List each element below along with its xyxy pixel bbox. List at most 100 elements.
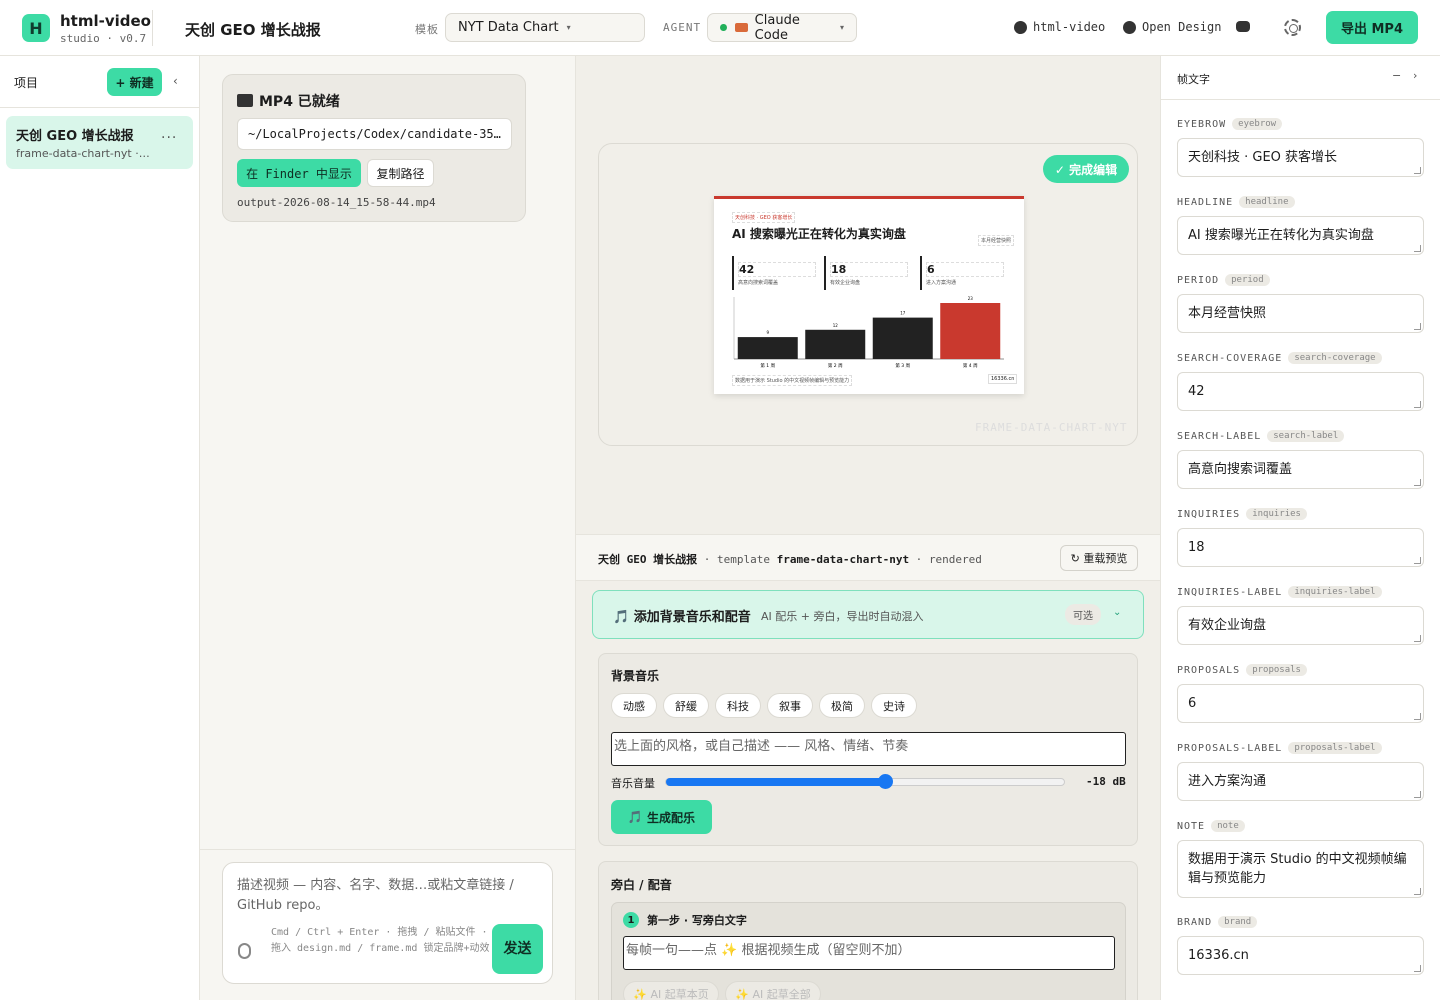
github-icon — [1123, 20, 1136, 34]
send-button[interactable]: 发送 — [492, 924, 543, 974]
template-label: 模板 — [415, 23, 439, 36]
collapse-sidebar-icon[interactable]: ‹ — [173, 74, 178, 88]
generate-music-label: 生成配乐 — [647, 810, 696, 825]
field-label: INQUIRIES inquiries — [1177, 506, 1425, 522]
frame-text-title: 帧文字 — [1177, 73, 1210, 86]
preview-info-text: 天创 GEO 增长战报 · template frame-data-chart-… — [598, 553, 982, 566]
field-label-text: INQUIRIES-LABEL — [1177, 586, 1283, 598]
background-music-card: 背景音乐 动感 舒缓 科技 叙事 极简 史诗 选上面的风格，或自己描述 —— 风… — [598, 653, 1138, 846]
chart-bar — [737, 337, 798, 359]
narration-input[interactable]: 每帧一句——点 ✨ 根据视频生成（留空则不加） — [623, 936, 1115, 970]
field-input[interactable]: AI 搜索曝光正在转化为真实询盘 — [1177, 216, 1424, 255]
step-number: 1 — [623, 912, 639, 928]
field-label-text: INQUIRIES — [1177, 508, 1241, 520]
mp4-title-text: MP4 已就绪 — [259, 94, 340, 110]
field-search-coverage: SEARCH-COVERAGE search-coverage 42 — [1177, 350, 1425, 411]
field-tag: search-coverage — [1288, 352, 1382, 364]
field-input[interactable]: 进入方案沟通 — [1177, 762, 1424, 801]
caret-down-icon: ▾ — [839, 23, 844, 32]
header-divider — [152, 10, 153, 46]
info-status: rendered — [928, 553, 982, 566]
field-input[interactable]: 高意向搜索词覆盖 — [1177, 450, 1424, 489]
prompt-input[interactable]: 描述视频 — 内容、名字、数据…或粘文章链接 / GitHub repo。 Cm… — [222, 862, 553, 984]
narration-title: 旁白 / 配音 — [611, 878, 672, 892]
preview-canvas: ✓ 完成编辑 FRAME-DATA-CHART-NYT 天创科技 · GEO 获… — [598, 143, 1138, 446]
field-proposals: PROPOSALS proposals 6 — [1177, 662, 1425, 723]
template-select[interactable]: NYT Data Chart ▾ — [445, 13, 645, 42]
minimize-icon[interactable]: − — [1392, 69, 1401, 82]
slide-brand[interactable]: 16336.cn — [988, 374, 1018, 384]
new-project-button[interactable]: + 新建 — [107, 68, 162, 96]
more-options-icon[interactable]: ··· — [161, 130, 177, 146]
music-voice-toggle[interactable]: 🎵 添加背景音乐和配音 AI 配乐 + 旁白，导出时自动混入 可选 ⌄ — [592, 590, 1144, 639]
chart-value-label: 12 — [833, 323, 839, 328]
copy-path-button[interactable]: 复制路径 — [367, 159, 434, 187]
style-chip[interactable]: 动感 — [611, 693, 657, 718]
link-open-design[interactable]: Open Design — [1123, 20, 1221, 34]
field-label: EYEBROW eyebrow — [1177, 116, 1425, 132]
show-in-finder-button[interactable]: 在 Finder 中显示 — [237, 159, 361, 187]
field-input[interactable]: 本月经营快照 — [1177, 294, 1424, 333]
reload-preview-button[interactable]: ↻ 重载预览 — [1060, 545, 1138, 571]
chevron-right-icon[interactable]: › — [1413, 69, 1417, 82]
field-input[interactable]: 42 — [1177, 372, 1424, 411]
music-style-input[interactable]: 选上面的风格，或自己描述 —— 风格、情绪、节奏 — [611, 732, 1126, 766]
field-label: PROPOSALS proposals — [1177, 662, 1425, 678]
generate-music-button[interactable]: 🎵 生成配乐 — [611, 800, 712, 834]
field-input[interactable]: 18 — [1177, 528, 1424, 567]
style-chip[interactable]: 叙事 — [767, 693, 813, 718]
ai-draft-page-button[interactable]: ✨ AI 起草本页 — [623, 981, 719, 1000]
agent-value: Claude Code — [754, 12, 800, 43]
field-input[interactable]: 16336.cn — [1177, 936, 1424, 975]
style-chip[interactable]: 史诗 — [871, 693, 917, 718]
mp4-path-field[interactable]: ~/LocalProjects/Codex/candidate-350… — [237, 118, 512, 150]
chart-category-label: 第 3 周 — [895, 362, 910, 369]
field-label-text: SEARCH-LABEL — [1177, 430, 1262, 442]
style-chip[interactable]: 舒缓 — [663, 693, 709, 718]
field-label-text: SEARCH-COVERAGE — [1177, 352, 1283, 364]
step-title-text: 第一步 · 写旁白文字 — [647, 914, 747, 927]
project-list-item[interactable]: 天创 GEO 增长战报 frame-data-chart-nyt · rende… — [6, 116, 193, 169]
volume-slider-thumb[interactable] — [877, 774, 893, 789]
field-input[interactable]: 天创科技 · GEO 获客增长 — [1177, 138, 1424, 177]
link-html-video[interactable]: html-video — [1014, 20, 1105, 34]
field-inquiries-label: INQUIRIES-LABEL inquiries-label 有效企业询盘 — [1177, 584, 1425, 645]
volume-label: 音乐音量 — [611, 777, 655, 790]
optional-badge: 可选 — [1065, 604, 1101, 625]
panel-divider — [1161, 99, 1440, 100]
field-label-text: HEADLINE — [1177, 196, 1234, 208]
field-tag: search-label — [1267, 430, 1345, 442]
discord-icon[interactable] — [1236, 21, 1250, 32]
attach-paperclip-icon[interactable] — [238, 943, 251, 959]
style-chip[interactable]: 科技 — [715, 693, 761, 718]
field-proposals-label: PROPOSALS-LABEL proposals-label 进入方案沟通 — [1177, 740, 1425, 801]
project-sidebar: 项目 + 新建 ‹ 天创 GEO 增长战报 frame-data-chart-n… — [0, 56, 200, 1000]
field-label: BRAND brand — [1177, 914, 1425, 930]
narration-card: 旁白 / 配音 1 第一步 · 写旁白文字 每帧一句——点 ✨ 根据视频生成（留空… — [598, 861, 1138, 1000]
chart-category-label: 第 2 周 — [828, 362, 843, 369]
slide-note[interactable]: 数据用于演示 Studio 的中文视频帧编辑与预览能力 — [732, 375, 853, 386]
bar-chart: 9 第 1 周 12 第 2 周 17 第 3 周 23 第 4 周 — [733, 296, 1004, 369]
ai-draft-all-button[interactable]: ✨ AI 起草全部 — [725, 981, 821, 1000]
prompt-placeholder: 描述视频 — 内容、名字、数据…或粘文章链接 / GitHub repo。 — [237, 878, 514, 913]
style-chip[interactable]: 极简 — [819, 693, 865, 718]
field-input[interactable]: 6 — [1177, 684, 1424, 723]
field-label: PERIOD period — [1177, 272, 1425, 288]
field-inquiries: INQUIRIES inquiries 18 — [1177, 506, 1425, 567]
robot-icon — [734, 23, 748, 32]
settings-gear-icon[interactable] — [1284, 19, 1301, 36]
finish-editing-button[interactable]: ✓ 完成编辑 — [1043, 155, 1129, 183]
bg-music-title: 背景音乐 — [611, 669, 660, 683]
template-watermark: FRAME-DATA-CHART-NYT — [975, 421, 1128, 434]
field-brand: BRAND brand 16336.cn — [1177, 914, 1425, 975]
step-title: 1 第一步 · 写旁白文字 — [623, 912, 747, 928]
chevron-down-icon[interactable]: ⌄ — [1113, 607, 1121, 618]
export-mp4-button[interactable]: 导出 MP4 — [1326, 11, 1418, 44]
field-input[interactable]: 有效企业询盘 — [1177, 606, 1424, 645]
field-input[interactable]: 数据用于演示 Studio 的中文视频帧编辑与预览能力 — [1177, 840, 1424, 898]
slide-frame: 天创科技 · GEO 获客增长 AI 搜索曝光正在转化为真实询盘 本月经营快照 … — [714, 196, 1024, 394]
agent-select[interactable]: Claude Code ▾ — [707, 12, 857, 43]
field-label: NOTE note — [1177, 818, 1425, 834]
field-period: PERIOD period 本月经营快照 — [1177, 272, 1425, 333]
volume-slider[interactable] — [665, 774, 1065, 789]
